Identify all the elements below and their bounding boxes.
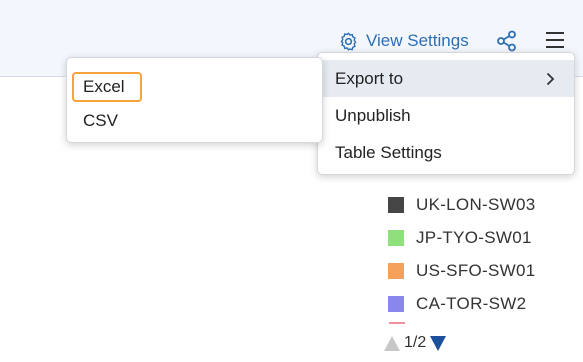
pager-down-arrow-icon[interactable]: [430, 335, 447, 351]
chevron-right-icon: [546, 72, 555, 86]
hamburger-menu-icon[interactable]: [545, 31, 565, 49]
export-submenu: Excel CSV: [66, 57, 323, 143]
legend-item[interactable]: US-SFO-SW01: [388, 254, 536, 287]
chart-legend: UK-LON-SW03 JP-TYO-SW01 US-SFO-SW01 CA-T…: [388, 188, 536, 320]
legend-label: CA-TOR-SW2: [416, 293, 527, 313]
legend-label: US-SFO-SW01: [416, 260, 536, 280]
pager-text: 1/2: [404, 334, 427, 351]
pager-up-arrow-icon[interactable]: [384, 335, 400, 351]
view-settings-label: View Settings: [366, 31, 469, 50]
menu-item-label: Table Settings: [335, 142, 442, 162]
legend-item[interactable]: UK-LON-SW03: [388, 188, 536, 221]
menu-item-label: CSV: [83, 111, 118, 130]
gear-icon: [340, 31, 357, 51]
menu-item-unpublish[interactable]: Unpublish: [318, 97, 574, 134]
legend-item[interactable]: CA-TOR-SW2: [388, 287, 536, 320]
legend-item[interactable]: JP-TYO-SW01: [388, 221, 536, 254]
menu-item-excel[interactable]: Excel: [67, 70, 322, 104]
legend-label: JP-TYO-SW01: [416, 227, 532, 247]
legend-swatch: [388, 295, 404, 312]
legend-label: UK-LON-SW03: [416, 194, 536, 214]
more-options-menu: Export to Unpublish Table Settings: [317, 52, 575, 175]
legend-swatch: [388, 196, 404, 213]
legend-swatch: [388, 262, 404, 279]
view-settings-button[interactable]: View Settings: [338, 29, 469, 53]
legend-swatch-partial: [389, 322, 405, 324]
share-icon[interactable]: [496, 30, 518, 52]
menu-item-label: Export to: [335, 68, 404, 88]
legend-pager: 1/2: [384, 334, 447, 352]
menu-item-export-to[interactable]: Export to: [318, 60, 574, 97]
menu-item-label: Excel: [72, 72, 142, 102]
menu-item-table-settings[interactable]: Table Settings: [318, 134, 574, 171]
legend-swatch: [388, 229, 404, 246]
menu-item-label: Unpublish: [335, 105, 411, 125]
menu-item-csv[interactable]: CSV: [67, 104, 322, 138]
